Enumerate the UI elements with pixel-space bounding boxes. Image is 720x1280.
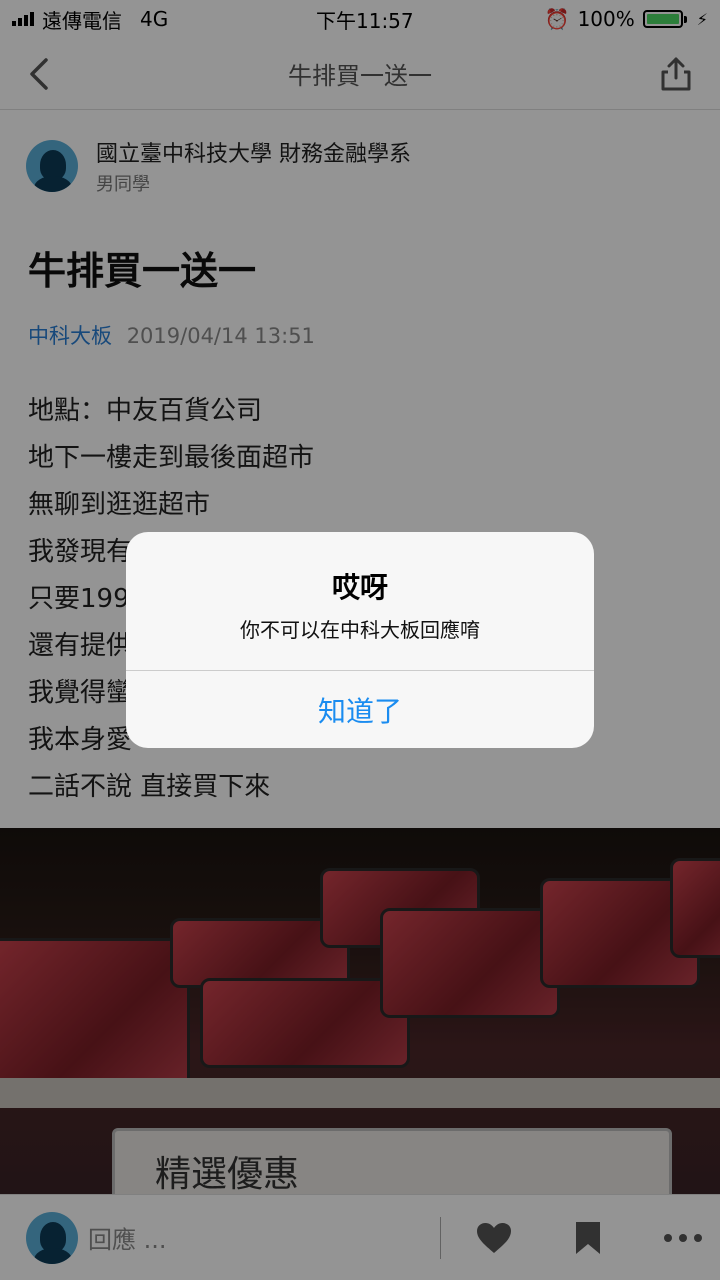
alert-message: 你不可以在中科大板回應唷 xyxy=(240,618,480,642)
alert-dialog: 哎呀 你不可以在中科大板回應唷 知道了 xyxy=(126,532,594,748)
ok-button[interactable]: 知道了 xyxy=(126,671,594,748)
alert-title: 哎呀 xyxy=(331,571,388,604)
